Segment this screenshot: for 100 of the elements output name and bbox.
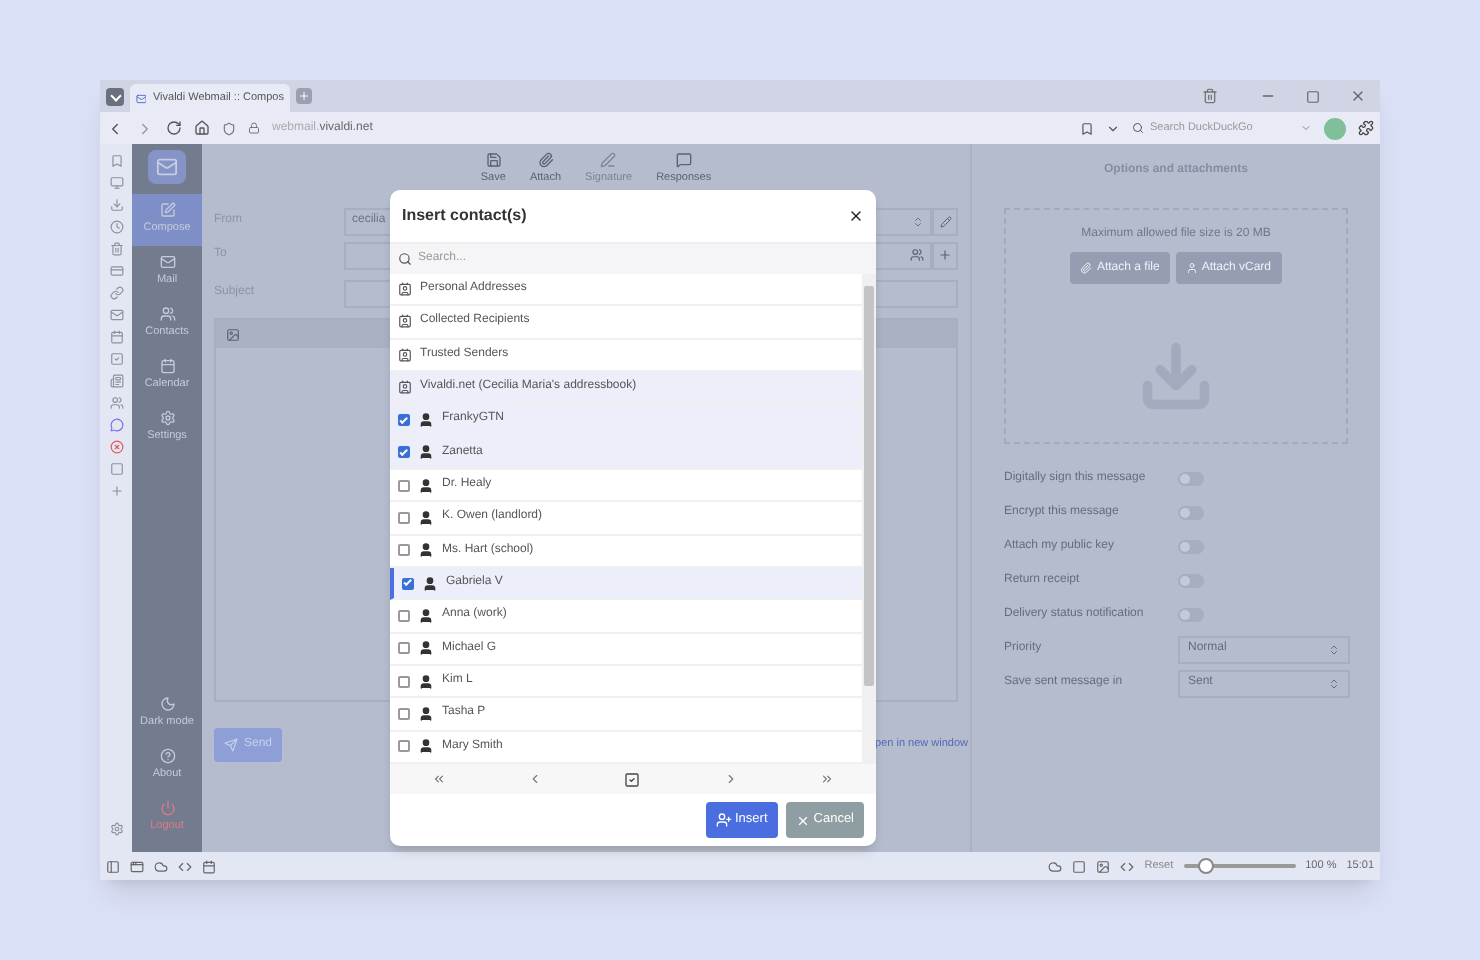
calendar-icon	[159, 358, 175, 375]
settings-icon[interactable]	[109, 822, 123, 836]
back-icon[interactable]	[106, 119, 124, 137]
close-icon[interactable]	[848, 208, 864, 224]
edit-button[interactable]	[932, 207, 958, 235]
first-page-icon[interactable]	[431, 772, 446, 786]
pencil-icon	[939, 215, 951, 227]
extensions-icon[interactable]	[1358, 120, 1374, 136]
person-icon	[418, 705, 434, 722]
speech-bubble-icon	[675, 152, 692, 168]
person-icon	[422, 575, 438, 592]
tile-icon[interactable]	[130, 859, 144, 873]
people-icon[interactable]	[910, 248, 924, 262]
calendar-icon[interactable]	[202, 859, 216, 873]
bookmark-icon[interactable]	[1080, 121, 1094, 135]
trash-icon[interactable]	[109, 242, 123, 256]
link-icon[interactable]	[109, 286, 123, 300]
next-page-icon[interactable]	[723, 772, 738, 786]
person-icon	[418, 640, 434, 657]
toggle-switch[interactable]	[1178, 574, 1204, 588]
search-icon	[398, 252, 412, 266]
toggle-switch[interactable]	[1178, 540, 1204, 554]
home-icon[interactable]	[194, 120, 210, 136]
window-icon[interactable]	[109, 264, 123, 278]
task-icon[interactable]	[109, 352, 123, 366]
reload-icon[interactable]	[166, 120, 182, 136]
cloud-icon[interactable]	[1048, 859, 1063, 873]
plus-icon	[938, 248, 952, 262]
toggle-switch[interactable]	[1178, 472, 1204, 486]
moon-icon	[159, 696, 175, 713]
slider-thumb[interactable]	[1197, 858, 1214, 874]
code-icon[interactable]	[1120, 859, 1135, 873]
close-icon	[795, 813, 810, 827]
dialog-title: Insert contact(s)	[402, 204, 529, 228]
checkbox[interactable]	[398, 740, 410, 753]
checkbox[interactable]	[398, 479, 410, 492]
panel-toggle-icon[interactable]	[106, 859, 120, 873]
search-icon	[1132, 122, 1144, 134]
floppy-icon	[485, 152, 502, 168]
send-icon	[224, 738, 238, 752]
checkbox[interactable]	[398, 511, 410, 524]
add-person-icon	[715, 812, 731, 828]
question-icon	[159, 748, 175, 765]
checkbox[interactable]	[398, 642, 410, 655]
image-icon[interactable]	[1096, 859, 1111, 873]
person-icon	[1185, 262, 1198, 274]
calendar-icon[interactable]	[109, 330, 123, 344]
person-icon	[418, 477, 434, 494]
people-icon	[159, 306, 175, 323]
address-book-icon	[398, 282, 412, 297]
forward-icon[interactable]	[136, 119, 154, 137]
paperclip-icon	[537, 152, 554, 168]
contacts-icon[interactable]	[109, 396, 123, 410]
maximize-icon[interactable]	[1306, 89, 1320, 103]
person-icon	[418, 607, 434, 624]
previous-page-icon[interactable]	[528, 772, 543, 786]
download-icon[interactable]	[109, 198, 123, 212]
new-tab-button[interactable]	[296, 88, 312, 104]
checkbox[interactable]	[398, 675, 410, 688]
toggle-switch[interactable]	[1178, 608, 1204, 622]
trash-icon[interactable]	[1202, 88, 1218, 104]
paperclip-icon	[1080, 262, 1093, 274]
last-page-icon[interactable]	[820, 772, 835, 786]
chat-bubble-icon[interactable]	[109, 418, 123, 432]
feed-icon[interactable]	[109, 374, 123, 388]
browser-logo-icon[interactable]	[106, 87, 124, 105]
mail-icon[interactable]	[109, 308, 123, 322]
lock-icon	[248, 122, 260, 134]
circle-icon[interactable]	[109, 440, 123, 454]
monitor-icon[interactable]	[109, 176, 123, 190]
checkbox[interactable]	[398, 609, 410, 622]
person-icon	[418, 509, 434, 526]
address-book-icon	[398, 347, 412, 362]
person-icon	[418, 542, 434, 559]
checkbox[interactable]	[398, 544, 410, 557]
cloud-icon[interactable]	[154, 859, 168, 873]
code-icon[interactable]	[178, 859, 192, 873]
add-panel-icon[interactable]	[109, 484, 123, 498]
power-icon	[159, 800, 175, 817]
address-book-icon	[398, 380, 412, 395]
person-icon	[418, 738, 434, 755]
caret-icon[interactable]	[1106, 121, 1120, 135]
signature-icon	[600, 152, 617, 168]
window-icon[interactable]	[1072, 859, 1087, 873]
mail-icon	[159, 254, 175, 271]
square-icon[interactable]	[109, 462, 123, 476]
select-all-icon[interactable]	[624, 771, 641, 787]
scrollbar[interactable]	[862, 274, 876, 764]
pencil-icon	[159, 202, 175, 219]
checkbox[interactable]	[398, 707, 410, 720]
person-icon	[418, 444, 434, 461]
shield-icon[interactable]	[222, 121, 236, 135]
caret-icon	[1300, 122, 1312, 134]
mail-icon	[136, 91, 147, 105]
avatar[interactable]	[1324, 117, 1346, 139]
add-button[interactable]	[932, 241, 958, 269]
history-icon[interactable]	[109, 220, 123, 234]
bookmark-icon[interactable]	[109, 154, 123, 168]
toggle-switch[interactable]	[1178, 506, 1204, 520]
image-icon[interactable]	[226, 327, 240, 341]
